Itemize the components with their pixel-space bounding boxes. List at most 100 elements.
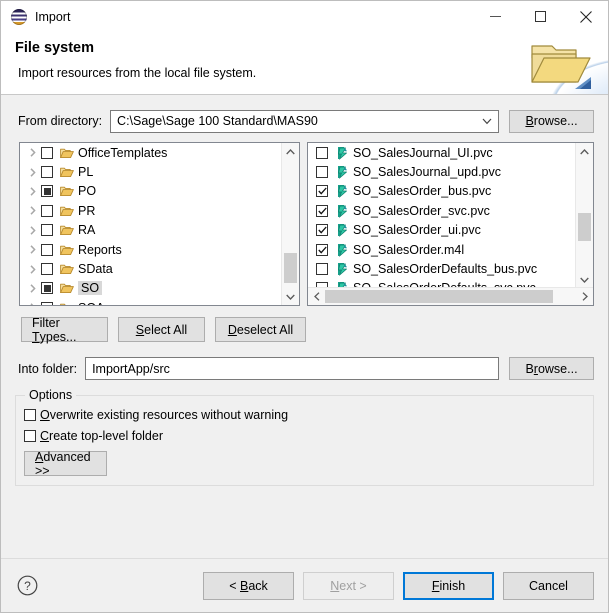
- file-row-checkbox[interactable]: [316, 263, 328, 276]
- tree-row-checkbox[interactable]: [41, 263, 53, 276]
- help-icon[interactable]: ?: [17, 575, 38, 596]
- expand-chevron-icon[interactable]: [24, 284, 41, 293]
- tree-row[interactable]: RA: [20, 221, 282, 240]
- minimize-icon[interactable]: [473, 1, 518, 32]
- pvc-file-icon: [333, 184, 350, 199]
- file-list[interactable]: SO_SalesJournal_UI.pvc SO_SalesJournal_up…: [308, 143, 576, 288]
- tree-row[interactable]: PO: [20, 182, 282, 201]
- close-icon[interactable]: [563, 1, 608, 32]
- deselect-all-button[interactable]: Deselect All: [215, 317, 306, 342]
- scroll-up-icon[interactable]: [576, 143, 593, 160]
- filter-types-button[interactable]: Filter Types...: [21, 316, 108, 344]
- file-row-checkbox[interactable]: [316, 146, 328, 159]
- file-row-label: SO_SalesOrderDefaults_bus.pvc: [353, 262, 538, 277]
- chevron-down-icon[interactable]: [476, 111, 498, 132]
- tree-row-label: SOA: [78, 301, 104, 305]
- tree-row[interactable]: SOA: [20, 298, 282, 305]
- pvc-file-icon: [333, 243, 350, 257]
- file-row-checkbox[interactable]: [316, 224, 328, 237]
- from-directory-label: From directory:: [18, 114, 103, 128]
- expand-chevron-icon[interactable]: [24, 303, 41, 305]
- file-row[interactable]: SO_SalesJournal_UI.pvc: [308, 143, 576, 162]
- file-list-panel[interactable]: SO_SalesJournal_UI.pvc SO_SalesJournal_up…: [307, 142, 594, 306]
- file-row[interactable]: SO_SalesOrderDefaults_bus.pvc: [308, 259, 576, 278]
- overwrite-checkbox[interactable]: [24, 409, 36, 421]
- file-row-checkbox[interactable]: [316, 243, 328, 256]
- file-row[interactable]: SO_SalesOrder_ui.pvc: [308, 221, 576, 240]
- tree-row[interactable]: PL: [20, 162, 282, 181]
- expand-chevron-icon[interactable]: [24, 187, 41, 196]
- file-list-vertical-scrollbar[interactable]: [575, 143, 593, 288]
- panel-gap: [300, 142, 307, 306]
- title-bar: Import: [1, 1, 608, 32]
- folder-tree-panel[interactable]: OfficeTemplates PL PO PR RA Reports SData SO SOA: [19, 142, 300, 306]
- file-row-checkbox[interactable]: [316, 166, 328, 179]
- folder-icon: [58, 224, 75, 236]
- file-row[interactable]: SO_SalesOrder_svc.pvc: [308, 201, 576, 220]
- folder-icon: [58, 302, 75, 305]
- scroll-left-icon[interactable]: [308, 288, 325, 305]
- into-folder-input[interactable]: ImportApp/src: [85, 357, 499, 380]
- folder-icon: [59, 284, 74, 294]
- tree-row[interactable]: SData: [20, 259, 282, 278]
- tree-row[interactable]: SO: [20, 279, 282, 298]
- tree-row-checkbox[interactable]: [41, 146, 53, 159]
- into-folder-browse-button[interactable]: Browse...: [509, 357, 594, 380]
- scroll-down-icon[interactable]: [282, 288, 299, 305]
- file-list-horizontal-scrollbar[interactable]: [308, 287, 593, 305]
- folder-tree-vertical-scrollbar[interactable]: [281, 143, 299, 305]
- pvc-file-icon: [337, 243, 347, 257]
- folder-tree-list[interactable]: OfficeTemplates PL PO PR RA Reports SData SO SOA: [20, 143, 282, 305]
- tree-row[interactable]: PR: [20, 201, 282, 220]
- from-directory-browse-button[interactable]: Browse...: [509, 109, 594, 133]
- select-all-button[interactable]: Select All: [118, 317, 205, 342]
- dialog-body: From directory: C:\Sage\Sage 100 Standar…: [1, 95, 608, 558]
- file-row-label: SO_SalesOrder_ui.pvc: [353, 223, 481, 238]
- tree-row-checkbox[interactable]: [41, 301, 53, 305]
- back-button[interactable]: < Back: [203, 572, 294, 600]
- file-row-checkbox[interactable]: [316, 204, 328, 217]
- file-row-checkbox[interactable]: [316, 185, 328, 198]
- dialog-footer: ? < Back Next > Finish Cancel: [1, 558, 608, 612]
- overwrite-checkbox-row[interactable]: Overwrite existing resources without war…: [24, 408, 288, 422]
- file-row[interactable]: SO_SalesJournal_upd.pvc: [308, 162, 576, 181]
- into-folder-row: Into folder: ImportApp/src Browse...: [18, 356, 594, 381]
- expand-chevron-icon[interactable]: [24, 264, 41, 274]
- back-label: < Back: [229, 579, 268, 593]
- finish-button[interactable]: Finish: [403, 572, 494, 600]
- pvc-file-icon: [333, 146, 350, 160]
- tree-row-checkbox[interactable]: [41, 185, 53, 198]
- scroll-right-icon[interactable]: [576, 288, 593, 305]
- tree-row-checkbox[interactable]: [41, 224, 53, 237]
- file-list-hscroll-thumb[interactable]: [325, 290, 553, 303]
- from-directory-combo[interactable]: C:\Sage\Sage 100 Standard\MAS90: [110, 109, 499, 133]
- from-directory-value[interactable]: C:\Sage\Sage 100 Standard\MAS90: [111, 114, 476, 128]
- folder-icon: [59, 226, 74, 236]
- file-row[interactable]: SO_SalesOrder_bus.pvc: [308, 182, 576, 201]
- tree-row-checkbox[interactable]: [41, 243, 53, 256]
- maximize-icon[interactable]: [518, 1, 563, 32]
- folder-icon: [59, 245, 74, 255]
- tree-row-checkbox[interactable]: [41, 166, 53, 179]
- tree-row-checkbox[interactable]: [41, 282, 53, 295]
- cancel-button[interactable]: Cancel: [503, 572, 594, 600]
- scroll-down-icon[interactable]: [576, 271, 593, 288]
- tree-row[interactable]: Reports: [20, 240, 282, 259]
- tree-row-checkbox[interactable]: [41, 204, 53, 217]
- expand-chevron-icon[interactable]: [24, 245, 41, 254]
- advanced-button[interactable]: Advanced >>: [24, 450, 107, 478]
- file-list-scroll-thumb[interactable]: [578, 213, 591, 241]
- expand-chevron-icon[interactable]: [24, 167, 41, 177]
- folder-icon: [58, 263, 75, 275]
- tree-row[interactable]: OfficeTemplates: [20, 143, 282, 162]
- create-top-level-folder-checkbox[interactable]: [24, 430, 36, 442]
- expand-chevron-icon[interactable]: [24, 206, 41, 216]
- expand-chevron-icon[interactable]: [24, 226, 41, 235]
- scroll-up-icon[interactable]: [282, 143, 299, 160]
- file-row[interactable]: SO_SalesOrder.m4l: [308, 240, 576, 259]
- folder-icon: [59, 303, 71, 305]
- folder-tree-scroll-thumb[interactable]: [284, 253, 297, 283]
- expand-chevron-icon[interactable]: [24, 148, 41, 157]
- tree-row-label: PR: [78, 203, 96, 218]
- create-top-level-folder-checkbox-row[interactable]: Create top-level folder: [24, 429, 163, 443]
